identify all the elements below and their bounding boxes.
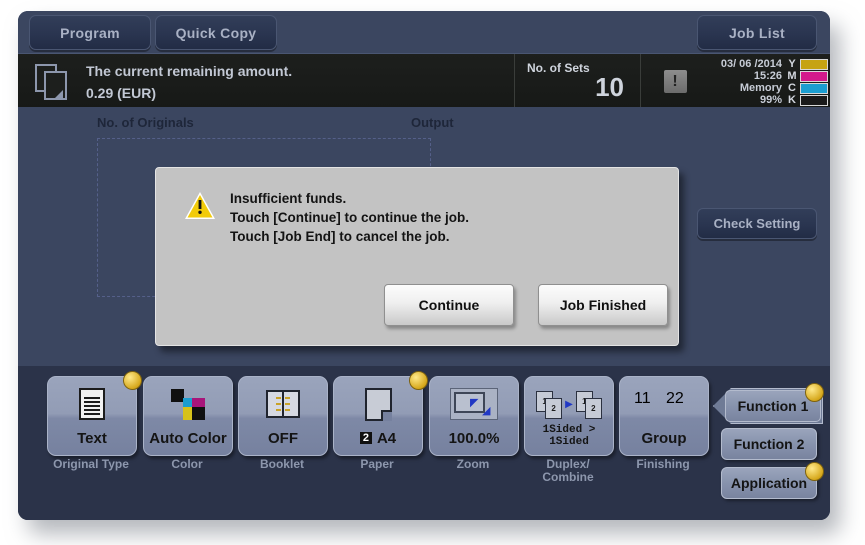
status-message-area: The current remaining amount. 0.29 (EUR) bbox=[18, 54, 513, 108]
sets-label: No. of Sets bbox=[527, 61, 590, 75]
function-value: Group bbox=[641, 430, 687, 447]
function-key-strip: Text Original Type Auto Color Color OFF Bookl… bbox=[18, 366, 830, 520]
toner-level-bar bbox=[800, 94, 828, 106]
time-text: 15:26 bbox=[753, 70, 782, 82]
exclamation-icon: ! bbox=[663, 69, 687, 93]
function-key-color[interactable]: Auto Color bbox=[143, 376, 233, 456]
toner-row: K bbox=[786, 94, 830, 106]
function-caption: Finishing bbox=[636, 457, 690, 471]
continue-button[interactable]: Continue bbox=[384, 284, 514, 326]
function-1-wrapper: Function 1 bbox=[713, 383, 824, 424]
number-of-sets: No. of Sets 10 bbox=[514, 54, 640, 108]
sets-value: 10 bbox=[595, 72, 624, 102]
toner-letter: K bbox=[788, 94, 796, 106]
dialog-line-2: Touch [Continue] to continue the job. bbox=[230, 210, 469, 225]
function-caption: Booklet bbox=[259, 457, 304, 471]
function-key-duplex-combine[interactable]: 12▶12 1Sided >1Sided bbox=[524, 376, 614, 456]
function-key-booklet[interactable]: OFF bbox=[238, 376, 328, 456]
remaining-amount: 0.29 (EUR) bbox=[86, 85, 157, 101]
toner-letter: C bbox=[788, 82, 796, 94]
function-icon bbox=[334, 384, 422, 424]
function-value: 100.0% bbox=[448, 430, 500, 447]
status-title: The current remaining amount. bbox=[86, 63, 293, 79]
tab-program[interactable]: Program bbox=[29, 15, 151, 50]
function-icon: 11 22 bbox=[620, 384, 708, 424]
function-2-button[interactable]: Function 2 bbox=[721, 428, 817, 460]
memory-value: 99% bbox=[759, 94, 782, 106]
dialog-line-3: Touch [Job End] to cancel the job. bbox=[230, 229, 450, 244]
alert-indicator[interactable]: ! bbox=[640, 54, 709, 108]
dialog-message: Insufficient funds. Touch [Continue] to … bbox=[230, 189, 469, 246]
function-value: OFF bbox=[268, 430, 298, 447]
function-key-zoom[interactable]: ◤ ◢ 100.0% bbox=[429, 376, 519, 456]
function-caption: Duplex/Combine bbox=[542, 457, 594, 484]
memory-label: Memory bbox=[739, 82, 782, 94]
top-tab-bar: Program Quick Copy Job List bbox=[18, 11, 830, 53]
copier-control-panel: Program Quick Copy Job List The current … bbox=[18, 11, 830, 520]
function-caption: Color bbox=[171, 457, 203, 471]
date-text: 03/ 06 /2014 bbox=[720, 58, 782, 70]
insufficient-funds-dialog: Insufficient funds. Touch [Continue] to … bbox=[155, 167, 679, 346]
function-value: Text bbox=[77, 430, 107, 447]
toner-letter: Y bbox=[788, 58, 796, 70]
function-key-original-type[interactable]: Text bbox=[47, 371, 142, 456]
originals-label: No. of Originals bbox=[97, 115, 194, 130]
copy-sheets-icon bbox=[35, 64, 69, 100]
tray-number: 2 bbox=[359, 432, 372, 444]
toner-level-bar bbox=[800, 58, 828, 70]
function-1-badge bbox=[805, 383, 824, 402]
output-label: Output bbox=[411, 115, 454, 130]
function-badge bbox=[123, 371, 142, 390]
function-icon: 12▶12 bbox=[525, 384, 613, 424]
function-value: Auto Color bbox=[149, 430, 227, 447]
function-badge bbox=[409, 371, 428, 390]
zoom-arrows-icon: ◤ ◢ bbox=[450, 388, 498, 420]
paper-sheet-icon bbox=[364, 387, 392, 421]
function-icon: ◤ ◢ bbox=[430, 384, 518, 424]
dialog-line-1: Insufficient funds. bbox=[230, 191, 347, 206]
device-info: 03/ 06 /2014 15:26 Memory 99% YMCK bbox=[708, 54, 830, 108]
duplex-pages-icon: 12▶12 bbox=[536, 391, 602, 419]
function-caption: Paper bbox=[360, 457, 394, 471]
cmyk-squares-icon bbox=[171, 389, 205, 420]
toner-level-bar bbox=[800, 82, 828, 94]
function-key-finishing[interactable]: 11 22 Group bbox=[619, 376, 709, 456]
status-bar: The current remaining amount. 0.29 (EUR)… bbox=[18, 53, 830, 109]
function-icon bbox=[144, 384, 232, 424]
function-caption: Zoom bbox=[456, 457, 490, 471]
main-work-area: No. of Originals Output Insufficient fun… bbox=[18, 107, 830, 366]
toner-row: Y bbox=[786, 58, 830, 70]
application-button[interactable]: Application bbox=[721, 467, 817, 499]
group-pages-icon: 11 22 bbox=[634, 390, 684, 407]
job-list-button[interactable]: Job List bbox=[697, 15, 817, 50]
touchscreen: Program Quick Copy Job List The current … bbox=[18, 11, 830, 520]
toner-levels: YMCK bbox=[786, 58, 830, 106]
function-caption: Original Type bbox=[53, 457, 129, 471]
toner-level-bar bbox=[800, 70, 828, 82]
toner-row: C bbox=[786, 82, 830, 94]
function-icon bbox=[48, 384, 136, 424]
warning-triangle-icon bbox=[184, 191, 216, 220]
function-key-paper[interactable]: 2 A4 bbox=[333, 371, 428, 456]
function-value: 1Sided >1Sided bbox=[542, 424, 596, 448]
check-setting-button[interactable]: Check Setting bbox=[697, 208, 817, 239]
toner-letter: M bbox=[787, 70, 797, 82]
tab-quick-copy[interactable]: Quick Copy bbox=[155, 15, 277, 50]
job-finished-button[interactable]: Job Finished bbox=[538, 284, 668, 326]
application-badge bbox=[805, 462, 824, 481]
open-book-icon bbox=[266, 390, 300, 418]
function-icon bbox=[239, 384, 327, 424]
toner-row: M bbox=[786, 70, 830, 82]
function-value: 2 A4 bbox=[334, 430, 422, 447]
document-lines-icon bbox=[79, 388, 105, 420]
date-time-memory: 03/ 06 /2014 15:26 Memory 99% bbox=[708, 58, 782, 106]
